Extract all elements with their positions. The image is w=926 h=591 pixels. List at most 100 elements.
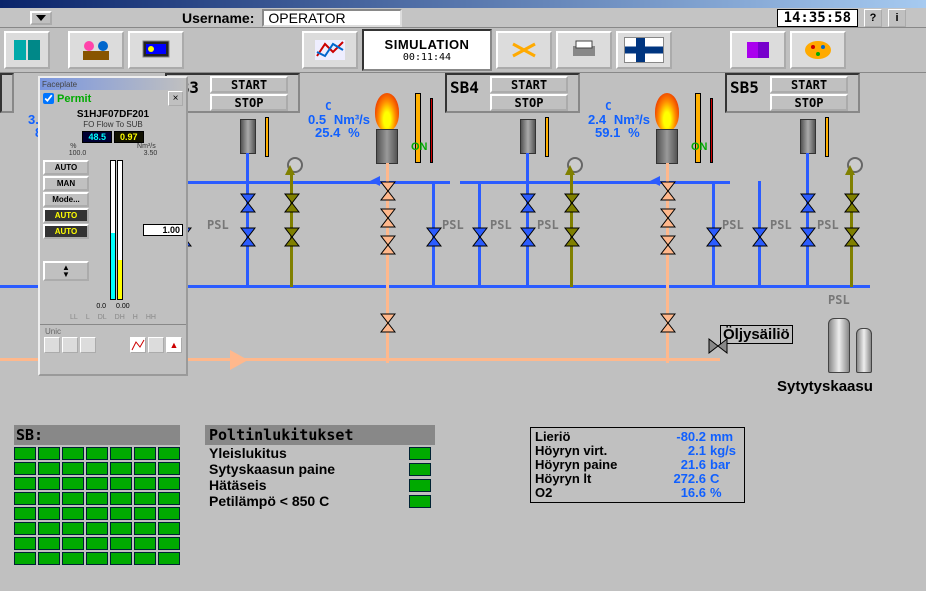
pipe [666,163,669,363]
faceplate-tool-pdf[interactable]: ▲ [166,337,182,353]
faceplate-tool-3[interactable] [80,337,96,353]
flow-arrow-icon [845,165,855,175]
mode-button[interactable]: Mode... [43,192,89,207]
top-strip: Username: OPERATOR 14:35:58 ? i [0,8,926,28]
status-cell [86,537,108,550]
status-cell [134,462,156,475]
interlock-row: Sytyskaasun paine [205,461,435,477]
sb4-stop-button[interactable]: STOP [490,94,568,111]
man-button[interactable]: MAN [43,176,89,191]
toolbar-button-alarm[interactable] [496,31,552,69]
status-cell [62,552,84,565]
aux1-box [240,119,256,154]
status-cell [86,447,108,460]
window-titlebar [0,0,926,8]
sb3-start-button[interactable]: START [210,76,288,93]
simulation-status: SIMULATION 00:11:44 [362,29,492,71]
status-cell [110,477,132,490]
aux2-box [520,119,536,154]
status-cell [158,477,180,490]
auto-button[interactable]: AUTO [43,160,89,175]
status-cell [14,552,36,565]
username-label: Username: [182,10,254,26]
faceplate-tool-edit[interactable] [148,337,164,353]
status-cell [38,492,60,505]
status-cell [134,447,156,460]
toolbar-button-screen[interactable] [128,31,184,69]
sb-grid-header: SB: [14,425,180,445]
toolbar-button-palette[interactable] [790,31,846,69]
status-cell [38,507,60,520]
sb4-start-button[interactable]: START [490,76,568,93]
oil-tank-icon [828,318,850,373]
toolbar-button-people[interactable] [68,31,124,69]
faceplate-desc: FO Flow To SUB [40,120,186,129]
username-value: OPERATOR [262,9,402,27]
faceplate-tool-2[interactable] [62,337,78,353]
help-icon[interactable]: ? [864,9,882,27]
status-cell [110,522,132,535]
status-cell [86,492,108,505]
pv-bar [110,160,116,300]
pipe [758,181,761,287]
faceplate-title[interactable]: Faceplate [40,78,186,90]
clock: 14:35:58 [777,9,858,27]
status-cell [62,537,84,550]
gas-tank-icon [856,328,872,373]
readout-row: Lieriö-80.2mm [535,430,740,444]
permit-label: Permit [57,93,165,105]
status-cell [110,492,132,505]
info-icon[interactable]: i [888,9,906,27]
sb3-stop-button[interactable]: STOP [210,94,288,111]
pipe [526,153,529,287]
auto3-indicator: AUTO [43,224,89,239]
sb4-label: SB4 [448,76,481,97]
faceplate-close-button[interactable]: × [168,91,183,106]
pipe [806,153,809,287]
sb5-start-button[interactable]: START [770,76,848,93]
status-cell [86,507,108,520]
book-icon [741,38,775,62]
readout-row: O216.6% [535,486,740,500]
toolbar-button-help[interactable] [730,31,786,69]
pipe [712,181,715,287]
status-cell [62,462,84,475]
sb-status-grid: SB: [14,425,180,565]
psl-label: PSL [722,218,744,232]
faceplate-window[interactable]: Faceplate Permit × S1HJF07DF201 FO Flow … [38,76,188,376]
status-cell [158,447,180,460]
status-cell [110,507,132,520]
pipe [290,173,293,287]
aux3-box [800,119,816,154]
unic-label: Unic [42,327,184,336]
permit-checkbox[interactable] [43,93,54,104]
toolbar-button-1[interactable] [4,31,50,69]
status-cell [134,552,156,565]
status-indicator [409,495,431,508]
nudge-buttons[interactable]: ▲▼ [43,261,89,281]
nav-dropdown-button[interactable] [30,11,52,25]
interlock-row: Petilämpö < 850 C [205,493,435,509]
toolbar-button-print[interactable] [556,31,612,69]
status-cell [158,537,180,550]
status-cell [110,552,132,565]
burner3-open: 59.1 % [595,126,640,140]
faceplate-tool-trend[interactable] [130,337,146,353]
status-cell [110,447,132,460]
status-cell [86,522,108,535]
readout-panel: Lieriö-80.2mm Höyryn virt.2.1kg/s Höyryn… [530,427,745,503]
psl-label: PSL [770,218,792,232]
toolbar-button-trend[interactable] [302,31,358,69]
status-cell [134,492,156,505]
status-cell [14,447,36,460]
faceplate-tool-1[interactable] [44,337,60,353]
interlock-panel: Poltinlukitukset Yleislukitus Sytyskaasu… [205,425,435,509]
panel-edge-left [0,73,14,113]
toolbar-button-locale[interactable] [616,31,672,69]
flow-arrow-icon [230,350,248,370]
printer-icon [567,38,601,62]
finland-flag-icon [624,37,664,63]
interlock-header: Poltinlukitukset [205,425,435,445]
sb5-stop-button[interactable]: STOP [770,94,848,111]
psl-label: PSL [442,218,464,232]
